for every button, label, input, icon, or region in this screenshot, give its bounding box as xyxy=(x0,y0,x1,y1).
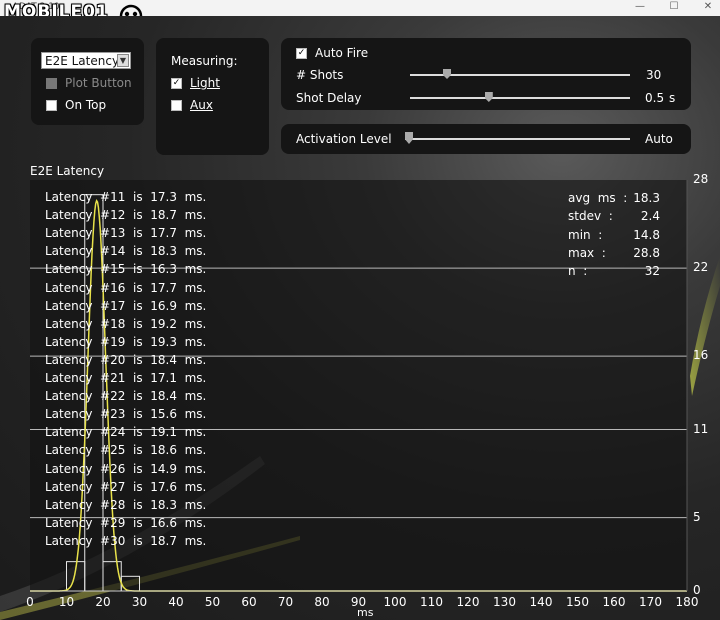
x-tick-label: 130 xyxy=(493,595,516,609)
latency-row: Latency #14 is 18.3 ms. xyxy=(45,244,207,259)
x-tick-label: 20 xyxy=(95,595,111,609)
latency-row: Latency #18 is 19.2 ms. xyxy=(45,316,207,331)
stat-value: 32 xyxy=(644,264,660,279)
latency-row: Latency #19 is 19.3 ms. xyxy=(45,334,207,349)
x-tick-label: 0 xyxy=(26,595,34,609)
x-tick-label: 120 xyxy=(456,595,480,609)
y-tick-label: 5 xyxy=(693,509,701,524)
x-axis-label: ms xyxy=(357,606,374,619)
x-tick-label: 140 xyxy=(529,595,553,609)
x-tick-label: 70 xyxy=(277,595,294,609)
stat-value: 2.4 xyxy=(640,209,660,224)
x-tick-label: 170 xyxy=(639,595,662,609)
x-tick-label: 80 xyxy=(314,595,330,609)
stat-value: 18.3 xyxy=(633,191,660,205)
latency-row: Latency #20 is 18.4 ms. xyxy=(45,352,207,367)
latency-row: Latency #28 is 18.3 ms. xyxy=(45,497,207,512)
x-tick-label: 150 xyxy=(566,595,589,609)
x-tick-label: 50 xyxy=(204,595,221,609)
latency-row: Latency #11 is 17.3 ms. xyxy=(45,190,207,204)
close-button[interactable]: ✕ xyxy=(698,1,718,12)
latency-row: Latency #26 is 14.9 ms. xyxy=(45,461,207,476)
maximize-button[interactable]: ☐ xyxy=(664,1,684,12)
app-body: E2E Latency ▼ Plot Button On Top Measuri… xyxy=(0,16,720,620)
latency-row: Latency #21 is 17.1 ms. xyxy=(45,371,207,385)
y-tick-label: 22 xyxy=(693,260,709,275)
x-tick-label: 180 xyxy=(675,595,699,609)
latency-row: Latency #24 is 19.1 ms. xyxy=(45,425,207,440)
title-bar: LDAT 2.10 MOBILE01 — ☐ ✕ xyxy=(0,0,720,28)
minimize-button[interactable]: — xyxy=(630,1,650,12)
latency-row: Latency #27 is 17.6 ms. xyxy=(45,479,207,494)
latency-row: Latency #29 is 16.6 ms. xyxy=(45,515,207,530)
stat-value: 14.8 xyxy=(633,227,660,242)
latency-row: Latency #22 is 18.4 ms. xyxy=(45,389,207,404)
x-tick-label: 30 xyxy=(131,595,148,609)
x-tick-label: 110 xyxy=(420,595,443,609)
y-tick-label: 28 xyxy=(693,172,709,186)
stat-label: n : xyxy=(568,264,588,279)
x-tick-label: 60 xyxy=(241,595,257,609)
stat-value: 28.8 xyxy=(633,245,660,260)
stat-label: min : xyxy=(568,227,603,242)
latency-row: Latency #25 is 18.6 ms. xyxy=(45,443,207,458)
x-tick-label: 10 xyxy=(58,595,75,609)
latency-row: Latency #23 is 15.6 ms. xyxy=(45,407,207,422)
latency-row: Latency #15 is 16.3 ms. xyxy=(45,262,207,277)
y-tick-label: 16 xyxy=(693,348,709,363)
x-tick-label: 160 xyxy=(602,595,626,609)
latency-row: Latency #12 is 18.7 ms. xyxy=(45,208,207,223)
latency-row: Latency #16 is 17.7 ms. xyxy=(45,280,207,295)
y-tick-label: 11 xyxy=(693,421,709,436)
latency-row: Latency #30 is 18.7 ms. xyxy=(45,533,207,548)
latency-row: Latency #13 is 17.7 ms. xyxy=(45,226,207,241)
x-tick-label: 40 xyxy=(168,595,184,609)
latency-row: Latency #17 is 16.9 ms. xyxy=(45,298,207,313)
x-tick-label: 100 xyxy=(383,595,407,609)
